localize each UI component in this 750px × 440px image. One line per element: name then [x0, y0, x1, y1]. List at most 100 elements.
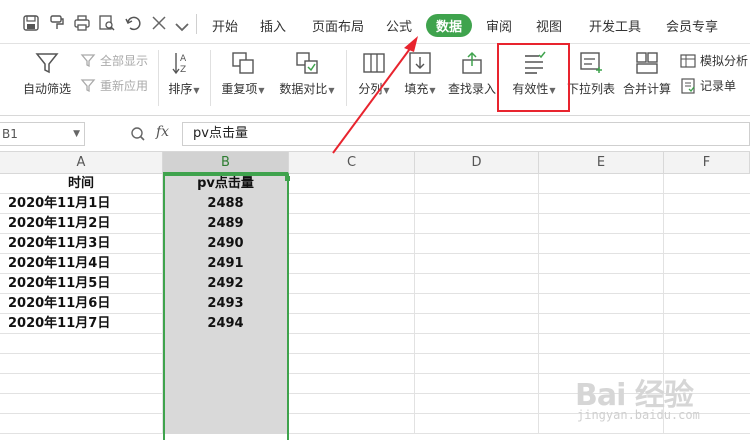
- tab-review[interactable]: 审阅: [486, 16, 512, 35]
- cell[interactable]: [415, 194, 539, 214]
- cell-pv[interactable]: 2490: [163, 234, 289, 254]
- auto-filter-button[interactable]: 自动筛选: [20, 50, 74, 97]
- cell[interactable]: [539, 294, 664, 314]
- cell[interactable]: [289, 354, 415, 374]
- format-painter-icon[interactable]: [48, 14, 68, 34]
- chevron-down-icon[interactable]: ▼: [73, 123, 80, 145]
- redo-icon[interactable]: [150, 14, 170, 34]
- cell-pv[interactable]: 2488: [163, 194, 289, 214]
- cell-pv[interactable]: 2494: [163, 314, 289, 334]
- cell[interactable]: [415, 334, 539, 354]
- cell[interactable]: [289, 214, 415, 234]
- cell[interactable]: [539, 334, 664, 354]
- fill-button[interactable]: 填充▼: [400, 50, 440, 97]
- cell[interactable]: [0, 394, 163, 414]
- cell[interactable]: [415, 314, 539, 334]
- cell[interactable]: [289, 234, 415, 254]
- compare-button[interactable]: 数据对比▼: [276, 50, 338, 97]
- tab-insert[interactable]: 插入: [260, 16, 286, 35]
- cell-date[interactable]: 2020年11月3日: [0, 234, 163, 254]
- function-icon[interactable]: fx: [156, 124, 169, 140]
- cell[interactable]: [415, 254, 539, 274]
- cell[interactable]: [289, 194, 415, 214]
- cell[interactable]: [539, 314, 664, 334]
- show-all-button[interactable]: 全部显示: [80, 52, 148, 69]
- tab-start[interactable]: 开始: [212, 16, 238, 35]
- split-button[interactable]: 分列▼: [354, 50, 394, 97]
- cell-date[interactable]: 2020年11月5日: [0, 274, 163, 294]
- cell-date[interactable]: 2020年11月6日: [0, 294, 163, 314]
- cell-a1[interactable]: 时间: [0, 174, 163, 194]
- cell[interactable]: [0, 414, 163, 434]
- column-header-a[interactable]: A: [0, 152, 163, 174]
- cell[interactable]: [0, 334, 163, 354]
- cell[interactable]: [289, 254, 415, 274]
- column-header-e[interactable]: E: [539, 152, 664, 174]
- cell[interactable]: [539, 274, 664, 294]
- dropdown-list-button[interactable]: 下拉列表: [566, 50, 616, 97]
- formula-input[interactable]: pv点击量: [182, 122, 750, 146]
- consolidate-button[interactable]: 合并计算: [620, 50, 674, 97]
- duplicates-button[interactable]: 重复项▼: [218, 50, 268, 97]
- tab-view[interactable]: 视图: [536, 16, 562, 35]
- column-header-d[interactable]: D: [415, 152, 539, 174]
- cell[interactable]: [539, 254, 664, 274]
- cell[interactable]: [539, 234, 664, 254]
- lookup-entry-button[interactable]: 查找录入: [446, 50, 498, 97]
- cell-date[interactable]: 2020年11月1日: [0, 194, 163, 214]
- reapply-button[interactable]: 重新应用: [80, 77, 148, 94]
- tab-member[interactable]: 会员专享: [666, 16, 718, 35]
- cell-pv[interactable]: 2491: [163, 254, 289, 274]
- cell[interactable]: [289, 174, 415, 194]
- cell[interactable]: [415, 414, 539, 434]
- column-header-c[interactable]: C: [289, 152, 415, 174]
- cell[interactable]: [539, 214, 664, 234]
- sort-button[interactable]: AZ 排序▼: [164, 50, 204, 97]
- tab-dev-tools[interactable]: 开发工具: [589, 16, 641, 35]
- cell-pv[interactable]: 2492: [163, 274, 289, 294]
- save-icon[interactable]: [22, 14, 42, 34]
- cell[interactable]: [415, 374, 539, 394]
- cell[interactable]: [415, 174, 539, 194]
- cell[interactable]: [415, 394, 539, 414]
- column-header-b[interactable]: B: [163, 152, 289, 174]
- undo-icon[interactable]: [124, 14, 144, 34]
- cell[interactable]: [163, 354, 289, 374]
- name-box[interactable]: B1 ▼: [0, 122, 85, 146]
- cell-pv[interactable]: 2489: [163, 214, 289, 234]
- column-header-f[interactable]: F: [664, 152, 750, 174]
- zoom-search-icon[interactable]: [130, 126, 146, 142]
- cell[interactable]: [289, 414, 415, 434]
- print-preview-icon[interactable]: [98, 14, 118, 34]
- tab-page-layout[interactable]: 页面布局: [312, 16, 364, 35]
- cell[interactable]: [539, 194, 664, 214]
- cell[interactable]: [0, 374, 163, 394]
- cell[interactable]: [163, 334, 289, 354]
- cell-pv[interactable]: 2493: [163, 294, 289, 314]
- cell-b1[interactable]: pv点击量: [163, 174, 289, 194]
- fill-handle[interactable]: [285, 176, 290, 181]
- cell[interactable]: [289, 314, 415, 334]
- cell[interactable]: [415, 354, 539, 374]
- cell[interactable]: [289, 274, 415, 294]
- cell[interactable]: [163, 374, 289, 394]
- simulation-button[interactable]: 模拟分析: [680, 52, 748, 69]
- cell[interactable]: [163, 394, 289, 414]
- tab-formula[interactable]: 公式: [386, 16, 412, 35]
- cell[interactable]: [0, 354, 163, 374]
- cell[interactable]: [415, 214, 539, 234]
- cell[interactable]: [415, 234, 539, 254]
- cell[interactable]: [539, 174, 664, 194]
- cell[interactable]: [289, 394, 415, 414]
- cell[interactable]: [415, 294, 539, 314]
- cell[interactable]: [289, 334, 415, 354]
- cell[interactable]: [289, 374, 415, 394]
- quick-access-dropdown-icon[interactable]: [173, 18, 193, 38]
- cell[interactable]: [163, 414, 289, 434]
- record-sheet-button[interactable]: 记录单: [680, 77, 736, 94]
- cell-date[interactable]: 2020年11月2日: [0, 214, 163, 234]
- tab-data[interactable]: 数据: [426, 14, 473, 37]
- cell-date[interactable]: 2020年11月7日: [0, 314, 163, 334]
- print-icon[interactable]: [73, 14, 93, 34]
- cell-date[interactable]: 2020年11月4日: [0, 254, 163, 274]
